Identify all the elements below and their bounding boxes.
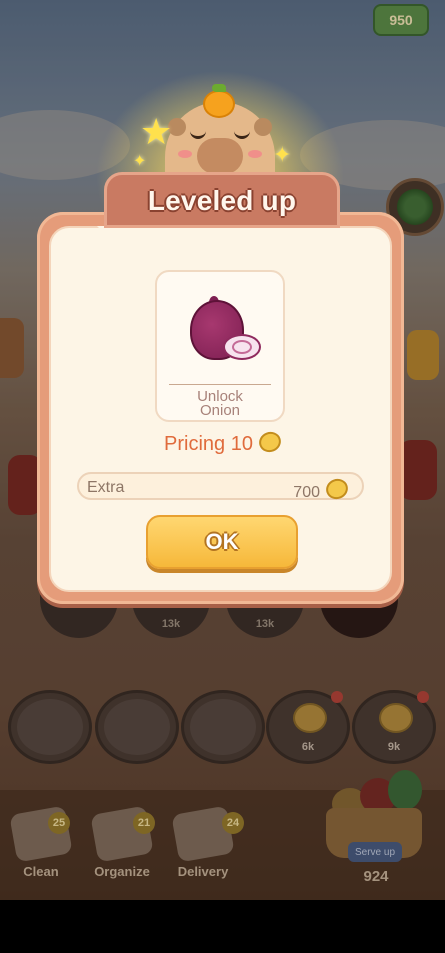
coin-icon (323, 475, 351, 503)
game-screen: 950 13k 13k 6k 9k 25 Clean 21 Organize 2… (0, 0, 445, 900)
capybara-blush (178, 150, 192, 158)
title-ribbon: Leveled up (104, 172, 340, 228)
extra-value: 700 (293, 484, 320, 501)
divider (169, 384, 271, 385)
capybara-ear (254, 118, 272, 136)
extra-label: Extra (87, 479, 125, 496)
star-icon: ✦ (133, 153, 147, 170)
extra-reward-bar: Extra 700 (77, 472, 364, 503)
coin-icon (256, 428, 284, 456)
unlock-card: Unlock Onion (155, 270, 285, 422)
ok-button-label: OK (205, 529, 239, 554)
leaf-icon (212, 84, 226, 92)
pricing-text: Pricing 10 (164, 433, 253, 455)
orange-icon (203, 90, 235, 118)
dialog-title: Leveled up (147, 185, 297, 216)
star-icon: ✦ (273, 142, 292, 167)
capybara-blush (248, 150, 262, 158)
extra-value-group: 700 (293, 475, 351, 503)
capybara-nose (197, 138, 243, 174)
pricing-row: Pricing 10 (0, 428, 445, 456)
unlock-item-name: Onion (199, 402, 241, 419)
onion-slice-icon (223, 334, 261, 360)
ok-button[interactable]: OK (146, 515, 298, 569)
unlock-text: Unlock Onion (157, 389, 283, 419)
star-icon: ★ (140, 111, 173, 152)
